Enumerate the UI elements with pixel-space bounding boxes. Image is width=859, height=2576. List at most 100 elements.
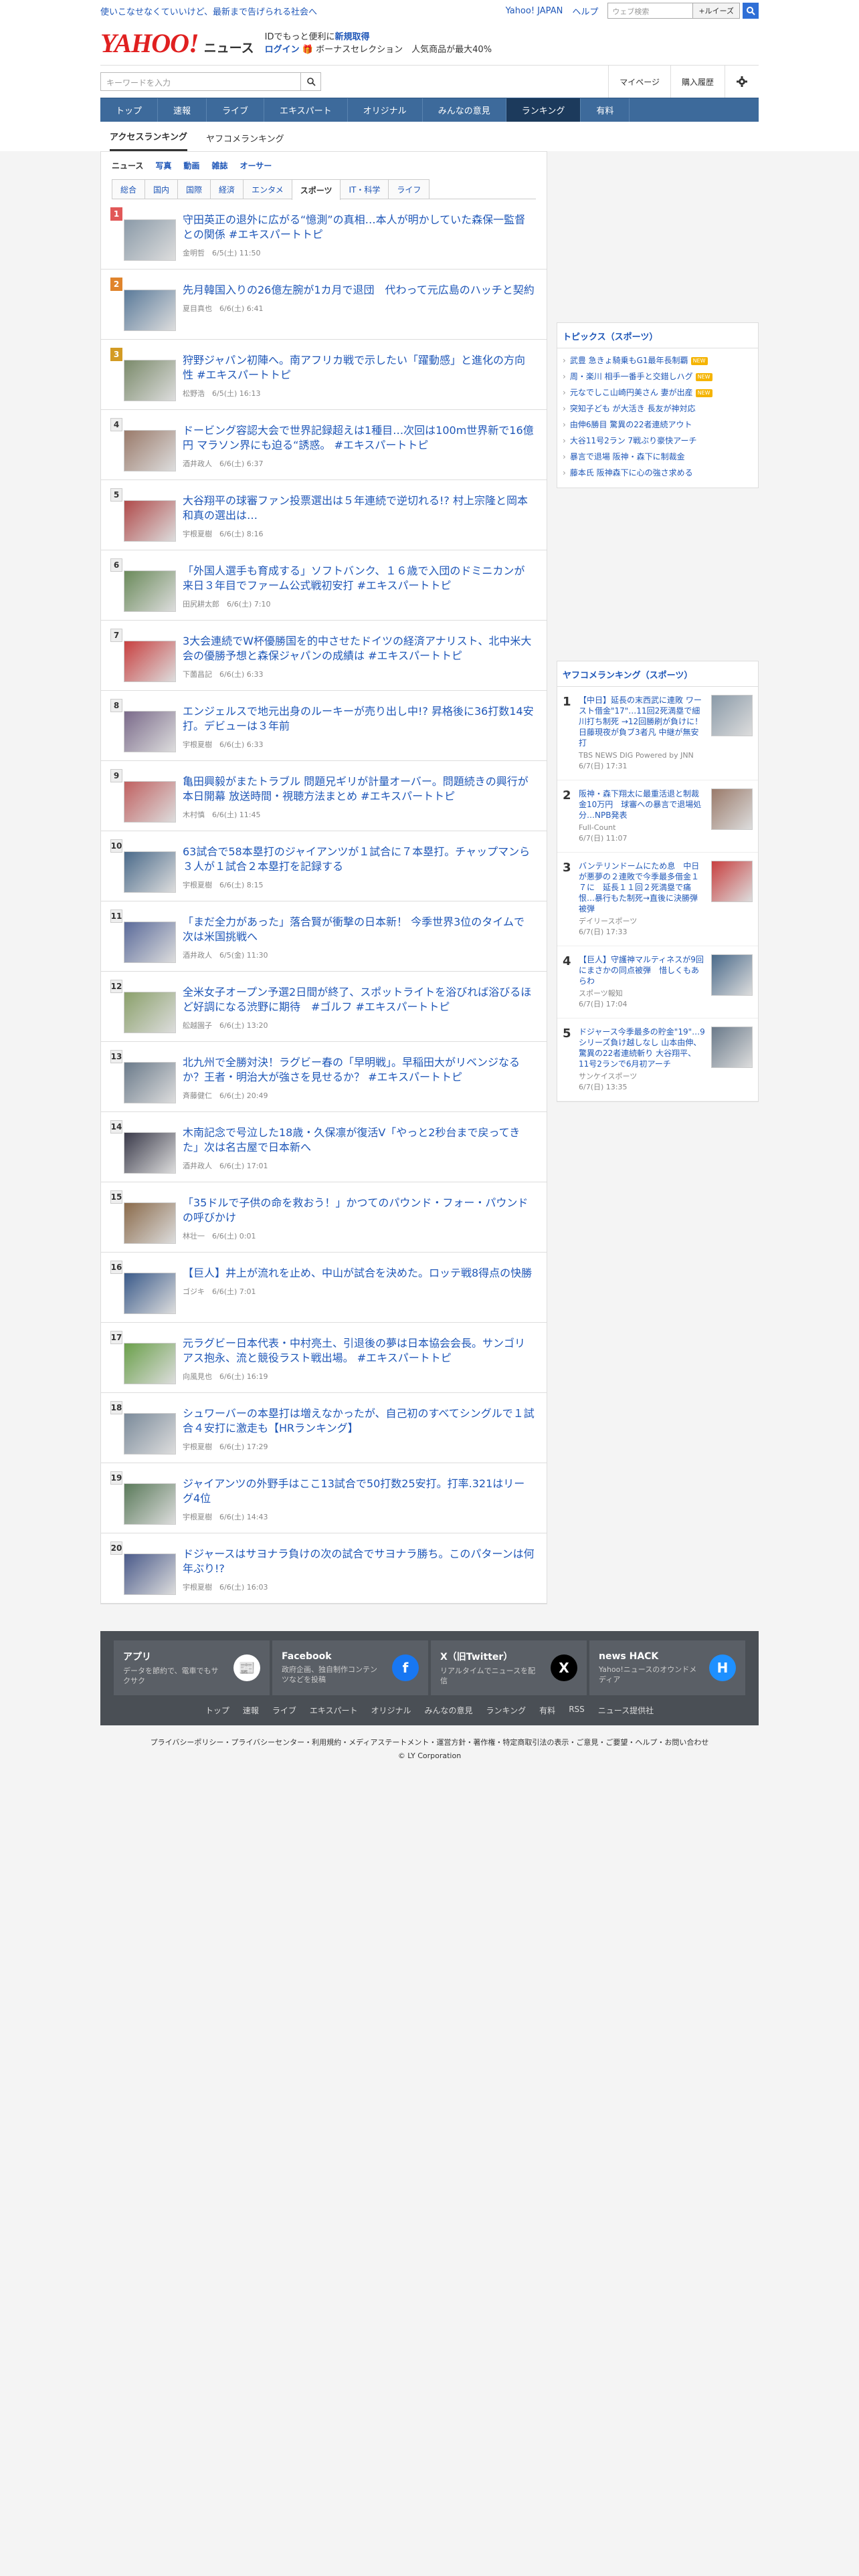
login-link[interactable]: ログイン: [265, 45, 300, 55]
article-title-link[interactable]: 木南記念で号泣した18歳・久保凛が復活V「やっと2秒台まで戻ってきた」次は名古屋…: [183, 1125, 535, 1155]
article-title-link[interactable]: 全米女子オープン予選2日間が終了、スポットライトを浴びれば浴びるほど好調になる渋…: [183, 985, 535, 1014]
gear-icon[interactable]: [725, 66, 759, 98]
article-thumbnail[interactable]: [124, 992, 176, 1033]
comment-ranking-title[interactable]: 【巨人】守護神マルティネスが9回にまさかの同点被弾 惜しくもあらわ: [579, 954, 706, 986]
x-card[interactable]: X（旧Twitter） リアルタイムでニュースを配信 X: [431, 1640, 587, 1695]
article-title-link[interactable]: ジャイアンツの外野手はここ13試合で50打数25安打。打率.321はリーグ4位: [183, 1477, 535, 1506]
topic-title[interactable]: 元なでしこ山崎円美さん 妻が出産: [570, 388, 693, 397]
tab-world[interactable]: 国際: [177, 179, 211, 199]
article-title-link[interactable]: 「35ドルで子供の命を救おう！」かつてのパウンド・フォー・パウンドの呼びかけ: [183, 1196, 535, 1225]
web-search-button[interactable]: +ルイーズ: [693, 3, 740, 19]
yahoo-news-logo[interactable]: YAHOO! ニュース: [100, 29, 254, 57]
topic-item[interactable]: › 武豊 急きょ騎乗もG1最年長制覇 NEW: [563, 352, 753, 368]
comment-ranking-item[interactable]: 1 【中日】延長の末西武に連敗 ワースト借金"17"…11回2死満塁で細川打ち制死…: [557, 687, 758, 780]
article-title-link[interactable]: 「外国人選手も育成する」ソフトバンク、１６歳で入団のドミニカンが来日３年目でファ…: [183, 564, 535, 593]
article-title-link[interactable]: 大谷翔平の球審ファン投票選出は５年連続で逆切れる!? 村上宗隆と岡本和真の選出は…: [183, 494, 535, 523]
article-title-link[interactable]: 「まだ全力があった」落合賢が衝撃の日本新！ 今季世界3位のタイムで次は米国挑戦へ: [183, 915, 535, 944]
article-thumbnail[interactable]: [124, 641, 176, 682]
article-title-link[interactable]: ドジャースはサヨナラ負けの次の試合でサヨナラ勝ち。このパターンは何年ぶり!?: [183, 1547, 535, 1576]
article-thumbnail[interactable]: [124, 1553, 176, 1595]
topic-title[interactable]: 藤本氏 阪神森下に心の強さ求める: [570, 468, 693, 477]
topic-title[interactable]: 由伸6勝目 驚異の22者連続アウト: [570, 420, 692, 429]
article-thumbnail[interactable]: [124, 219, 176, 261]
footer-link[interactable]: オリジナル: [371, 1705, 411, 1716]
yahoo-japan-link[interactable]: Yahoo! JAPAN: [506, 6, 563, 16]
article-thumbnail[interactable]: [124, 851, 176, 893]
promo-link[interactable]: 使いこなせなくていいけど、最新まで告げられる社会へ: [100, 5, 317, 17]
topic-item[interactable]: › 大谷11号2ラン 7戦ぶり豪快アーチ: [563, 433, 753, 449]
search-icon[interactable]: [743, 3, 759, 19]
nav-paid[interactable]: 有料: [581, 98, 630, 122]
topics-heading[interactable]: トピックス（スポーツ）: [557, 323, 758, 348]
tab-it-science[interactable]: IT・科学: [340, 179, 389, 199]
comment-ranking-item[interactable]: 2 阪神・森下翔太に最重活退と制裁金10万円 球審への暴言で退場処分…NPB発表 F…: [557, 780, 758, 853]
topic-title[interactable]: 大谷11号2ラン 7戦ぶり豪快アーチ: [570, 436, 697, 445]
article-title-link[interactable]: 狩野ジャパン初陣へ。南アフリカ戦で示したい「躍動感」と進化の方向性 #エキスパー…: [183, 353, 535, 383]
comment-ranking-item[interactable]: 4 【巨人】守護神マルティネスが9回にまさかの同点被弾 惜しくもあらわ スポーツ報知…: [557, 946, 758, 1018]
topic-title[interactable]: 突知子ども が大活き 長友が神対応: [570, 404, 696, 413]
comment-ranking-thumbnail[interactable]: [711, 861, 753, 902]
app-card[interactable]: アプリ データを節約で、電車でもサクサク 📰: [114, 1640, 270, 1695]
footer-link[interactable]: ランキング: [486, 1705, 527, 1716]
topic-item[interactable]: › 突知子ども が大活き 長友が神対応: [563, 401, 753, 417]
article-thumbnail[interactable]: [124, 500, 176, 542]
footer-link[interactable]: エキスパート: [310, 1705, 358, 1716]
nav-ranking[interactable]: ランキング: [506, 98, 581, 122]
tab-domestic[interactable]: 国内: [145, 179, 179, 199]
article-thumbnail[interactable]: [124, 1273, 176, 1314]
comment-ranking-thumbnail[interactable]: [711, 954, 753, 996]
comment-ranking-item[interactable]: 3 バンテリンドームにため息 中日が悪夢の２連敗で今季最多借金１７に 延長１１回２…: [557, 853, 758, 946]
comment-ranking-title[interactable]: 【中日】延長の末西武に連敗 ワースト借金"17"…11回2死満塁で細川打ち制死 …: [579, 695, 706, 748]
article-thumbnail[interactable]: [124, 781, 176, 823]
comment-ranking-thumbnail[interactable]: [711, 695, 753, 736]
article-title-link[interactable]: 守田英正の退外に広がる“憶測”の真相…本人が明かしていた森保一監督との関係 #エ…: [183, 213, 535, 242]
topic-item[interactable]: › 由伸6勝目 驚異の22者連続アウト: [563, 417, 753, 433]
newshack-card[interactable]: news HACK Yahoo!ニュースのオウンドメディア H: [589, 1640, 745, 1695]
article-title-link[interactable]: 【巨人】井上が流れを止め、中山が試合を決めた。ロッテ戦8得点の快勝: [183, 1266, 535, 1281]
article-thumbnail[interactable]: [124, 1062, 176, 1103]
article-thumbnail[interactable]: [124, 922, 176, 963]
tab-sports[interactable]: スポーツ: [291, 179, 341, 200]
filter-video[interactable]: 動画: [183, 160, 199, 171]
footer-link[interactable]: ライブ: [272, 1705, 296, 1716]
keyword-input[interactable]: キーワードを入力: [100, 72, 301, 91]
nav-original[interactable]: オリジナル: [348, 98, 423, 122]
topic-item[interactable]: › 周・楽川 相手一番手と交錯しハグ NEW: [563, 368, 753, 385]
article-thumbnail[interactable]: [124, 430, 176, 471]
footer-link[interactable]: みんなの意見: [425, 1705, 473, 1716]
history-link[interactable]: 購入履歴: [670, 66, 725, 98]
signup-link[interactable]: 新規取得: [335, 32, 370, 42]
filter-photo[interactable]: 写真: [155, 160, 171, 171]
comment-ranking-title[interactable]: 阪神・森下翔太に最重活退と制裁金10万円 球審への暴言で退場処分…NPB発表: [579, 788, 706, 821]
nav-breaking[interactable]: 速報: [158, 98, 207, 122]
tab-access-ranking[interactable]: アクセスランキング: [110, 130, 187, 151]
nav-live[interactable]: ライブ: [207, 98, 265, 122]
topic-title[interactable]: 暴言で退場 阪神・森下に制裁金: [570, 452, 685, 461]
article-title-link[interactable]: 元ラグビー日本代表・中村亮土、引退後の夢は日本協会会長。サンゴリアス抱永、流と競…: [183, 1336, 535, 1366]
article-thumbnail[interactable]: [124, 1202, 176, 1244]
tab-entertainment[interactable]: エンタメ: [243, 179, 292, 199]
footer-link[interactable]: トップ: [205, 1705, 229, 1716]
comment-ranking-thumbnail[interactable]: [711, 1027, 753, 1068]
tab-economy[interactable]: 経済: [210, 179, 244, 199]
footer-link[interactable]: ニュース提供社: [598, 1705, 654, 1716]
topic-title[interactable]: 周・楽川 相手一番手と交錯しハグ: [570, 372, 693, 381]
comment-ranking-heading[interactable]: ヤフコメランキング（スポーツ）: [557, 661, 758, 687]
comment-ranking-thumbnail[interactable]: [711, 788, 753, 830]
filter-news[interactable]: ニュース: [112, 160, 143, 171]
comment-ranking-title[interactable]: ドジャース今季最多の貯金"19"…9シリーズ負け越しなし 山本由伸、驚異の22者…: [579, 1027, 706, 1069]
article-thumbnail[interactable]: [124, 711, 176, 752]
topic-title[interactable]: 武豊 急きょ騎乗もG1最年長制覇: [570, 356, 688, 365]
help-link[interactable]: ヘルプ: [572, 5, 598, 17]
article-title-link[interactable]: 先月韓国入りの26億左腕が1カ月で退団 代わって元広島のハッチと契約: [183, 283, 535, 298]
article-thumbnail[interactable]: [124, 570, 176, 612]
tab-life[interactable]: ライフ: [388, 179, 430, 199]
comment-ranking-item[interactable]: 5 ドジャース今季最多の貯金"19"…9シリーズ負け越しなし 山本由伸、驚異の22…: [557, 1018, 758, 1101]
article-thumbnail[interactable]: [124, 360, 176, 401]
article-thumbnail[interactable]: [124, 1483, 176, 1525]
article-thumbnail[interactable]: [124, 290, 176, 331]
web-search-input[interactable]: ウェブ検索: [607, 3, 694, 19]
tab-all[interactable]: 総合: [112, 179, 146, 199]
nav-top[interactable]: トップ: [100, 98, 159, 122]
tab-comment-ranking[interactable]: ヤフコメランキング: [206, 132, 284, 151]
